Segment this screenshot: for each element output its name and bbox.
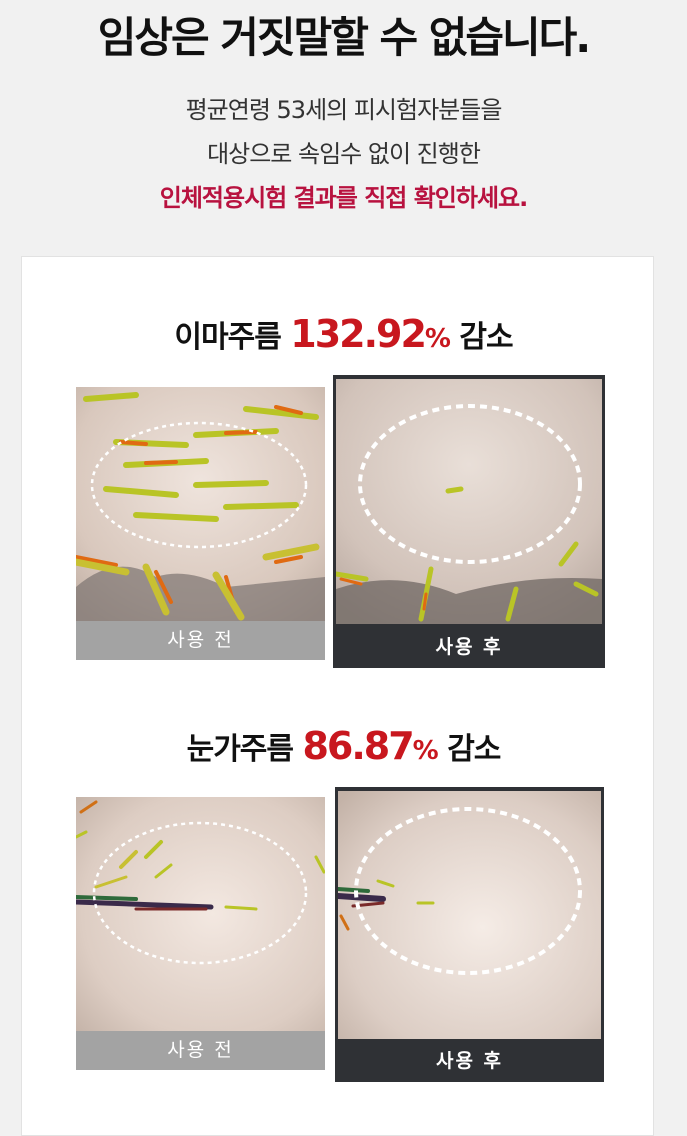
forehead-after-photo: 사용 후	[333, 375, 605, 668]
forehead-decrease-label: 감소	[459, 320, 513, 355]
forehead-before-photo: 사용 전	[76, 387, 325, 660]
forehead-result-heading: 이마주름 132.92% 감소	[0, 312, 687, 356]
eye-after-photo: 사용 후	[335, 787, 604, 1082]
eye-label: 눈가주름	[186, 732, 294, 767]
forehead-before-image	[76, 387, 325, 621]
eye-before-image	[76, 797, 325, 1031]
subtitle-line-2: 대상으로 속임수 없이 진행한	[207, 140, 481, 168]
eye-decrease-label: 감소	[447, 732, 501, 767]
page-headline: 임상은 거짓말할 수 없습니다.	[97, 13, 592, 62]
before-label-2: 사용 전	[76, 1031, 325, 1070]
forehead-after-image	[336, 379, 602, 624]
subtitle-line-1: 평균연령 53세의 피시험자분들을	[185, 96, 503, 124]
before-label: 사용 전	[76, 621, 325, 660]
eye-percentage: 86.87	[302, 724, 414, 768]
eye-before-photo: 사용 전	[76, 797, 325, 1070]
forehead-percentage: 132.92	[290, 312, 427, 356]
subtitle-highlight: 인체적용시험 결과를 직접 확인하세요.	[159, 184, 528, 212]
after-label-2: 사용 후	[335, 1041, 604, 1082]
eye-percent-sign: %	[412, 736, 439, 766]
after-label: 사용 후	[333, 627, 605, 668]
eye-after-image	[338, 791, 601, 1039]
forehead-label: 이마주름	[174, 320, 281, 355]
forehead-percent-sign: %	[424, 324, 451, 354]
eye-result-heading: 눈가주름 86.87% 감소	[0, 724, 687, 768]
